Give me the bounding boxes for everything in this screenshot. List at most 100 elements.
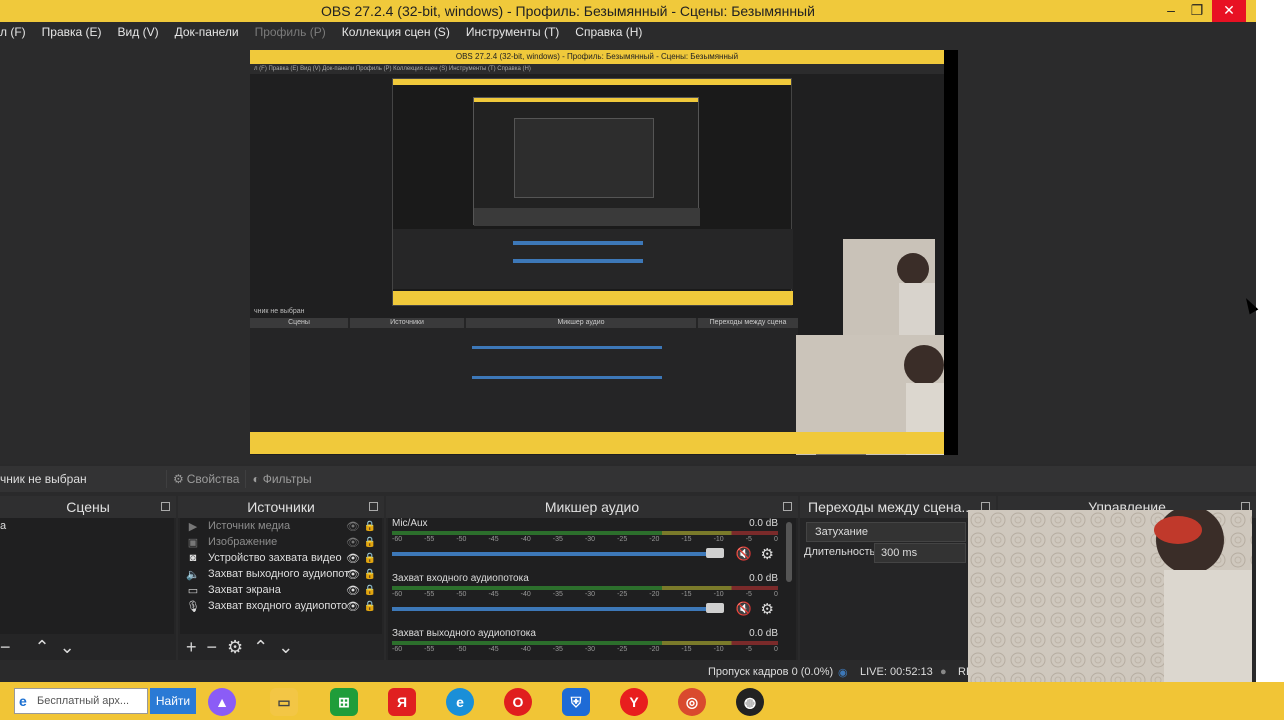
visibility-icon[interactable]: 👁	[346, 552, 360, 565]
gear-icon[interactable]: ⚙	[761, 545, 774, 563]
add-source-button[interactable]: +	[186, 637, 197, 658]
source-item[interactable]: ▶ Источник медиа 👁 🔒	[180, 518, 382, 534]
rec-indicator-icon: ●	[940, 666, 947, 678]
source-item[interactable]: ▣ Изображение 👁 🔒	[180, 534, 382, 550]
broadcast-icon: ◉	[838, 667, 848, 679]
tick: -60	[392, 536, 403, 543]
source-item[interactable]: 🔈 Захват выходного аудиопот 👁 🔒	[180, 566, 382, 582]
volume-slider[interactable]	[392, 552, 718, 556]
nested-slider	[513, 259, 643, 263]
volume-slider-handle[interactable]	[706, 548, 724, 558]
tick: 0	[773, 536, 778, 543]
dock-float-icon[interactable]	[369, 502, 378, 511]
find-button[interactable]: Найти	[150, 688, 196, 714]
lock-icon[interactable]: 🔒	[364, 569, 376, 580]
visibility-icon[interactable]: 👁	[346, 584, 360, 597]
tick: -30	[584, 591, 596, 598]
source-settings-icon[interactable]: ⚙	[227, 637, 243, 658]
move-down-icon[interactable]: ⌄	[60, 637, 75, 658]
maximize-button[interactable]: ❐	[1182, 0, 1212, 22]
yandex-browser-icon[interactable]: Y	[620, 688, 648, 716]
lock-icon[interactable]: 🔒	[364, 553, 376, 564]
properties-bar: чник не выбран ⚙ Свойства ◐ Фильтры	[0, 466, 1256, 492]
shield-icon[interactable]: ⛨	[562, 688, 590, 716]
scenes-dock: Сцены а − ⌃ ⌄	[0, 496, 176, 660]
source-item[interactable]: ◙ Устройство захвата видео 👁 🔒	[180, 550, 382, 566]
volume-slider[interactable]	[392, 607, 718, 611]
tick: -45	[488, 536, 499, 543]
opera-icon[interactable]: O	[504, 688, 532, 716]
nested-transitions-head: Переходы между сцена	[698, 318, 798, 328]
track-name: Mic/Aux	[392, 518, 428, 529]
dock-float-icon[interactable]	[783, 502, 792, 511]
source-item[interactable]: ▭ Захват экрана 👁 🔒	[180, 582, 382, 598]
tick: -45	[488, 646, 499, 653]
mixer-body: Mic/Aux 0.0 dB -60 -55 -50 -45 -40 -35 -30 -25-…	[388, 518, 796, 660]
transition-select[interactable]: Затухание	[806, 522, 966, 542]
mute-speaker-icon[interactable]: 🔇	[736, 546, 752, 562]
move-up-icon[interactable]: ⌃	[35, 637, 50, 658]
tick: -55	[424, 591, 435, 598]
track-db: 0.0 dB	[749, 628, 778, 639]
store-icon[interactable]: ⊞	[330, 688, 358, 716]
properties-button[interactable]: ⚙ Свойства	[166, 470, 245, 488]
camera-icon: ◙	[189, 552, 197, 564]
filters-button[interactable]: ◐ Фильтры	[245, 470, 317, 488]
bullseye-icon[interactable]: ◎	[678, 688, 706, 716]
yandex-icon[interactable]: Я	[388, 688, 416, 716]
mute-speaker-icon[interactable]: 🔇	[736, 601, 752, 617]
monitor-icon: ▭	[187, 584, 199, 597]
menu-profile[interactable]: Профиль (P)	[255, 22, 326, 42]
menu-scene-collection[interactable]: Коллекция сцен (S)	[342, 22, 450, 42]
volume-slider-handle[interactable]	[706, 603, 724, 613]
obs-icon[interactable]: ◍	[736, 688, 764, 716]
nested-preview-level2	[392, 78, 935, 335]
menu-edit[interactable]: Правка (E)	[42, 22, 102, 42]
lock-icon[interactable]: 🔒	[364, 521, 376, 532]
move-up-icon[interactable]: ⌃	[253, 637, 268, 658]
preview-canvas[interactable]: OBS 27.2.4 (32-bit, windows) - Профиль: …	[250, 50, 958, 455]
lock-icon[interactable]: 🔒	[364, 601, 376, 612]
lock-icon[interactable]: 🔒	[364, 537, 376, 548]
lock-icon[interactable]: 🔒	[364, 585, 376, 596]
transitions-title-text: Переходы между сцена...	[808, 499, 974, 515]
visibility-icon[interactable]: 👁	[346, 600, 360, 613]
remove-source-button[interactable]: −	[207, 637, 218, 658]
ie-icon: e	[19, 693, 27, 709]
move-down-icon[interactable]: ⌄	[278, 637, 293, 658]
menu-help[interactable]: Справка (H)	[575, 22, 642, 42]
dock-float-icon[interactable]	[161, 502, 170, 511]
close-button[interactable]: ✕	[1212, 0, 1246, 22]
source-item[interactable]: 🎙 Захват входного аудиопото 👁 🔒	[180, 598, 382, 614]
tick: -10	[713, 536, 724, 543]
sources-list[interactable]: ▶ Источник медиа 👁 🔒 ▣ Изображение 👁 🔒 ◙…	[180, 518, 382, 634]
remove-scene-button[interactable]: −	[0, 637, 11, 658]
menu-tools[interactable]: Инструменты (T)	[466, 22, 559, 42]
taskbar: e Бесплатный арх... Найти ▲ ▭ ⊞ Я e O ⛨ …	[0, 682, 1284, 720]
nested-docks-level3	[474, 208, 700, 226]
edge-icon[interactable]: e	[446, 688, 474, 716]
sources-toolbar: + − ⚙ ⌃ ⌄	[178, 634, 384, 660]
folder-icon[interactable]: ▭	[270, 688, 298, 716]
menu-view[interactable]: Вид (V)	[118, 22, 159, 42]
mixer-scrollbar[interactable]	[786, 522, 792, 582]
alice-icon[interactable]: ▲	[208, 688, 236, 716]
visibility-icon[interactable]: 👁	[346, 568, 360, 581]
menu-docks[interactable]: Док-панели	[175, 22, 239, 42]
scene-item[interactable]: а	[0, 518, 174, 534]
dropped-frames: Пропуск кадров 0 (0.0%)	[708, 666, 834, 678]
scenes-list[interactable]: а	[0, 518, 174, 634]
gear-icon[interactable]: ⚙	[761, 600, 774, 618]
browser-search-input[interactable]: e Бесплатный арх...	[14, 688, 148, 714]
visibility-icon[interactable]: 👁	[346, 520, 360, 533]
tick: -55	[424, 646, 435, 653]
sources-title: Источники	[178, 496, 384, 518]
preview-area[interactable]: OBS 27.2.4 (32-bit, windows) - Профиль: …	[0, 42, 1256, 464]
volume-meter	[392, 641, 778, 645]
visibility-icon[interactable]: 👁	[346, 536, 360, 549]
meter-ticks: -60 -55 -50 -45 -40 -35 -30 -25 -20 -15 -10 -5 0	[392, 646, 778, 656]
audio-mixer-dock: Микшер аудио Mic/Aux 0.0 dB -60 -55 -50 -45…	[386, 496, 798, 660]
menu-file[interactable]: л (F)	[0, 22, 26, 42]
tick: -40	[520, 591, 531, 598]
duration-input[interactable]: 300 ms	[874, 543, 966, 563]
